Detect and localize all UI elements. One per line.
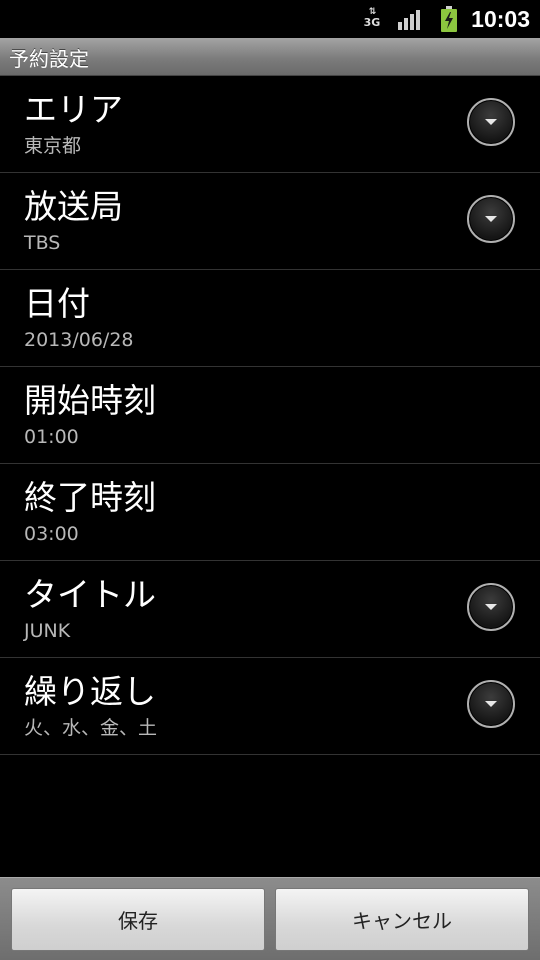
setting-label: 開始時刻 (24, 381, 156, 420)
setting-row-title[interactable]: タイトル JUNK (0, 561, 540, 658)
setting-row-end-time[interactable]: 終了時刻 03:00 (0, 464, 540, 561)
setting-value: 01:00 (24, 426, 79, 448)
status-clock: 10:03 (471, 6, 530, 32)
settings-list: エリア 東京都 放送局 TBS 日付 2013/06/28 開始時刻 01:00… (0, 76, 540, 755)
setting-label: 日付 (24, 284, 90, 323)
setting-row-area[interactable]: エリア 東京都 (0, 76, 540, 173)
setting-label: 終了時刻 (24, 478, 156, 517)
setting-value: 東京都 (24, 135, 82, 157)
dropdown-arrow-icon[interactable] (467, 680, 515, 728)
save-button[interactable]: 保存 (11, 888, 265, 951)
dropdown-arrow-icon[interactable] (467, 98, 515, 146)
button-bar: 保存 キャンセル (0, 877, 540, 960)
network-3g-icon: ⇅ 3G (363, 7, 381, 29)
setting-label: 放送局 (24, 187, 123, 226)
page-title: 予約設定 (9, 47, 89, 71)
battery-charging-icon (440, 6, 458, 36)
cancel-button[interactable]: キャンセル (275, 888, 529, 951)
setting-value: 03:00 (24, 523, 79, 545)
status-bar: ⇅ 3G 10:03 (0, 0, 540, 38)
setting-row-date[interactable]: 日付 2013/06/28 (0, 270, 540, 367)
setting-label: エリア (24, 90, 123, 129)
dropdown-arrow-icon[interactable] (467, 195, 515, 243)
setting-value: 2013/06/28 (24, 329, 134, 351)
setting-label: タイトル (24, 575, 156, 614)
setting-value: TBS (24, 232, 61, 254)
setting-value: 火、水、金、土 (24, 717, 158, 739)
setting-row-repeat[interactable]: 繰り返し 火、水、金、土 (0, 658, 540, 755)
signal-strength-icon (397, 8, 423, 34)
setting-label: 繰り返し (24, 672, 156, 711)
setting-row-start-time[interactable]: 開始時刻 01:00 (0, 367, 540, 464)
setting-value: JUNK (24, 620, 71, 642)
dropdown-arrow-icon[interactable] (467, 583, 515, 631)
setting-row-station[interactable]: 放送局 TBS (0, 173, 540, 270)
title-bar: 予約設定 (0, 38, 540, 76)
